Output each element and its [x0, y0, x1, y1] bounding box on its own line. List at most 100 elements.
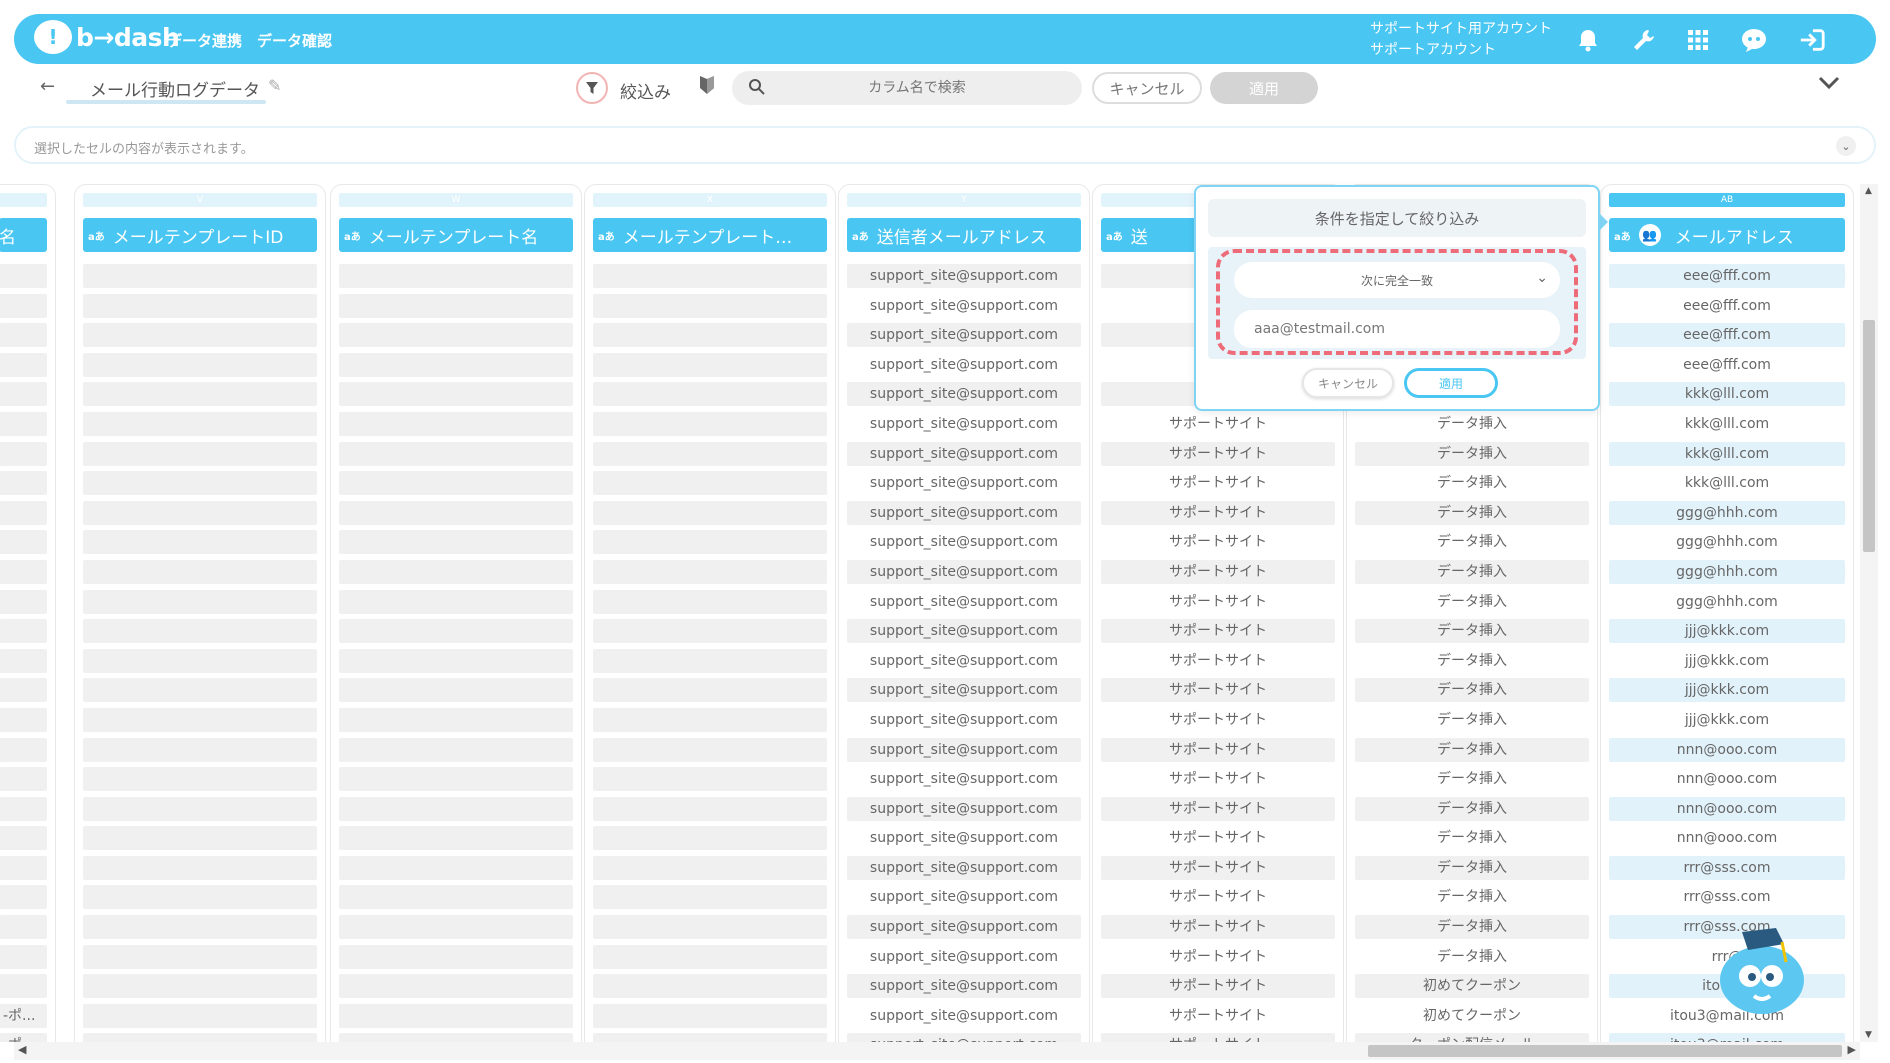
- table-cell[interactable]: nnn@ooo.com: [1609, 737, 1845, 762]
- table-cell[interactable]: support_site@support.com: [847, 1003, 1081, 1028]
- table-cell[interactable]: support_site@support.com: [847, 500, 1081, 525]
- expand-chevron-icon[interactable]: ⌄: [1836, 136, 1856, 156]
- table-cell[interactable]: [593, 707, 827, 732]
- table-cell[interactable]: [0, 530, 47, 555]
- table-cell[interactable]: [593, 826, 827, 851]
- table-cell[interactable]: support_site@support.com: [847, 589, 1081, 614]
- table-cell[interactable]: [83, 382, 317, 407]
- table-cell[interactable]: [83, 767, 317, 792]
- table-cell[interactable]: [83, 796, 317, 821]
- table-cell[interactable]: [83, 559, 317, 584]
- table-cell[interactable]: [339, 1033, 573, 1042]
- table-cell[interactable]: support_site@support.com: [847, 382, 1081, 407]
- table-cell[interactable]: サポートサイト: [1101, 1033, 1335, 1042]
- table-cell[interactable]: support_site@support.com: [847, 855, 1081, 880]
- table-cell[interactable]: support_site@support.com: [847, 767, 1081, 792]
- table-cell[interactable]: [593, 323, 827, 348]
- table-cell[interactable]: [339, 471, 573, 496]
- horizontal-scroll-thumb[interactable]: [1368, 1045, 1842, 1057]
- table-cell[interactable]: [339, 737, 573, 762]
- vertical-scrollbar[interactable]: ▲ ▼: [1860, 184, 1878, 1042]
- table-cell[interactable]: サポートサイト: [1101, 885, 1335, 910]
- table-cell[interactable]: [83, 500, 317, 525]
- table-cell[interactable]: [339, 915, 573, 940]
- apps-grid-icon[interactable]: [1684, 26, 1712, 54]
- table-cell[interactable]: データ挿入: [1355, 826, 1589, 851]
- table-cell[interactable]: [339, 974, 573, 999]
- table-cell[interactable]: [339, 767, 573, 792]
- table-cell[interactable]: support_site@support.com: [847, 1033, 1081, 1042]
- table-cell[interactable]: kkk@lll.com: [1609, 382, 1845, 407]
- table-cell[interactable]: [0, 974, 47, 999]
- table-cell[interactable]: [0, 441, 47, 466]
- table-cell[interactable]: [593, 500, 827, 525]
- table-cell[interactable]: nnn@ooo.com: [1609, 826, 1845, 851]
- table-cell[interactable]: [339, 323, 573, 348]
- table-cell[interactable]: データ挿入: [1355, 530, 1589, 555]
- table-cell[interactable]: [339, 352, 573, 377]
- table-cell[interactable]: [593, 767, 827, 792]
- column-header[interactable]: aあ 送信者メールアドレス: [847, 218, 1081, 252]
- table-cell[interactable]: [0, 352, 47, 377]
- table-cell[interactable]: [83, 293, 317, 318]
- table-cell[interactable]: [0, 737, 47, 762]
- table-cell[interactable]: rrr@sss.com: [1609, 855, 1845, 880]
- table-cell[interactable]: [83, 1003, 317, 1028]
- table-cell[interactable]: [593, 264, 827, 288]
- table-cell[interactable]: support_site@support.com: [847, 826, 1081, 851]
- table-cell[interactable]: jjj@kkk.com: [1609, 707, 1845, 732]
- table-cell[interactable]: データ挿入: [1355, 707, 1589, 732]
- table-cell[interactable]: [0, 796, 47, 821]
- column-letter[interactable]: V: [83, 193, 317, 207]
- table-cell[interactable]: [339, 707, 573, 732]
- table-cell[interactable]: [0, 648, 47, 673]
- scroll-down-arrow-icon[interactable]: ▼: [1865, 1030, 1872, 1040]
- table-cell[interactable]: [83, 619, 317, 644]
- popup-cancel-button[interactable]: キャンセル: [1302, 368, 1394, 398]
- column-search-input[interactable]: [772, 71, 1062, 105]
- vertical-scroll-thumb[interactable]: [1863, 320, 1875, 552]
- support-chat-icon[interactable]: [1740, 26, 1768, 54]
- table-cell[interactable]: [339, 411, 573, 436]
- scroll-left-arrow-icon[interactable]: ◀: [18, 1043, 26, 1056]
- table-cell[interactable]: [593, 382, 827, 407]
- scroll-right-arrow-icon[interactable]: ▶: [1848, 1043, 1856, 1056]
- column-letter[interactable]: Y: [847, 193, 1081, 207]
- table-cell[interactable]: [83, 885, 317, 910]
- table-cell[interactable]: eee@fff.com: [1609, 352, 1845, 377]
- table-cell[interactable]: [83, 826, 317, 851]
- table-cell[interactable]: ggg@hhh.com: [1609, 500, 1845, 525]
- table-cell[interactable]: [593, 293, 827, 318]
- table-cell[interactable]: サポートサイト: [1101, 530, 1335, 555]
- table-cell[interactable]: データ挿入: [1355, 678, 1589, 703]
- table-cell[interactable]: データ挿入: [1355, 885, 1589, 910]
- table-cell[interactable]: support_site@support.com: [847, 471, 1081, 496]
- nav-data-integration[interactable]: データ連携: [167, 30, 242, 51]
- table-cell[interactable]: サポートサイト: [1101, 559, 1335, 584]
- table-cell[interactable]: [593, 352, 827, 377]
- table-cell[interactable]: [593, 1033, 827, 1042]
- table-cell[interactable]: [593, 974, 827, 999]
- table-cell[interactable]: -ポ...: [0, 1033, 47, 1042]
- table-cell[interactable]: support_site@support.com: [847, 619, 1081, 644]
- table-cell[interactable]: [0, 619, 47, 644]
- table-cell[interactable]: データ挿入: [1355, 648, 1589, 673]
- table-cell[interactable]: データ挿入: [1355, 619, 1589, 644]
- table-cell[interactable]: [593, 589, 827, 614]
- table-cell[interactable]: [0, 264, 47, 288]
- table-cell[interactable]: [83, 944, 317, 969]
- table-cell[interactable]: ggg@hhh.com: [1609, 530, 1845, 555]
- table-cell[interactable]: サポートサイト: [1101, 915, 1335, 940]
- table-cell[interactable]: [593, 915, 827, 940]
- table-cell[interactable]: support_site@support.com: [847, 293, 1081, 318]
- table-cell[interactable]: [339, 944, 573, 969]
- table-cell[interactable]: [593, 648, 827, 673]
- column-letter[interactable]: [0, 193, 47, 207]
- table-cell[interactable]: [593, 559, 827, 584]
- table-cell[interactable]: データ挿入: [1355, 500, 1589, 525]
- table-cell[interactable]: サポートサイト: [1101, 1003, 1335, 1028]
- table-cell[interactable]: サポートサイト: [1101, 471, 1335, 496]
- table-cell[interactable]: [339, 264, 573, 288]
- table-cell[interactable]: support_site@support.com: [847, 352, 1081, 377]
- table-cell[interactable]: サポートサイト: [1101, 855, 1335, 880]
